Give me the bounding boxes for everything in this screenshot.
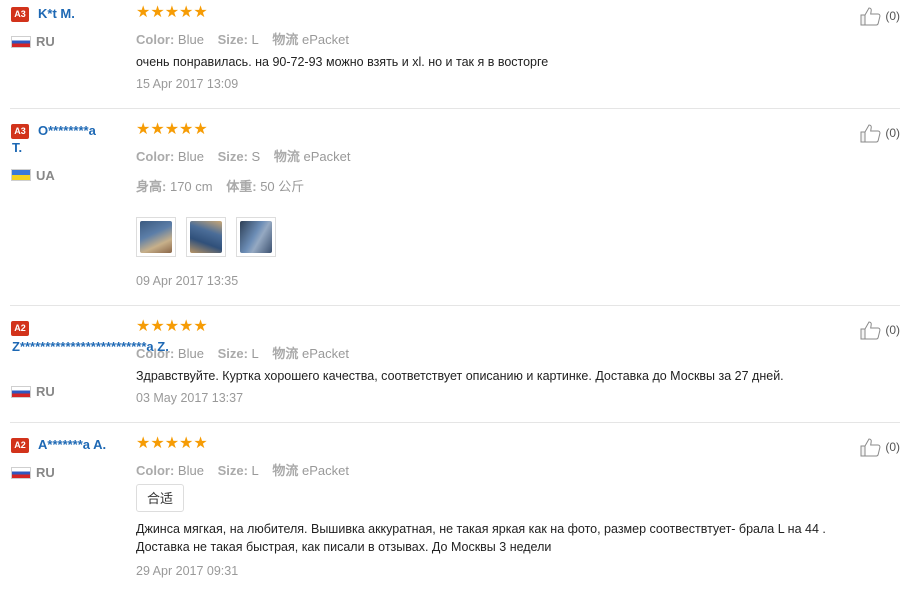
shipping-label: 物流 [272,463,299,478]
review-text-line: Джинса мягкая, на любителя. Вышивка акку… [136,522,826,536]
size-value: L [251,346,259,361]
like-count: (0) [885,126,900,140]
review-photos [136,217,276,257]
like-button[interactable]: (0) [860,6,900,26]
shipping-value: ePacket [302,346,350,361]
jacket-photo-image [240,221,272,253]
flag-icon-ru [11,467,31,479]
review-date: 03 May 2017 13:37 [136,391,244,405]
rating-stars: ★★★★★ [136,435,208,452]
like-count: (0) [885,9,900,23]
shipping-label: 物流 [273,149,300,164]
like-count: (0) [885,323,900,337]
review-item: A3 O********a T. UA ★★★★★ Color: Blue Si… [10,117,900,306]
reviewer-country: RU [36,34,55,49]
like-button[interactable]: (0) [860,320,900,340]
size-value: L [251,32,259,47]
like-button[interactable]: (0) [860,123,900,143]
reviewer-country: UA [36,168,55,183]
jacket-photo-image [190,221,222,253]
weight-value: 50 公斤 [260,179,305,194]
weight-label: 体重: [226,179,257,194]
rating-stars: ★★★★★ [136,318,208,335]
size-label: Size: [217,463,248,478]
thumbs-up-icon [860,437,882,457]
flag-icon-ru [11,386,31,398]
shipping-value: ePacket [302,463,350,478]
size-value: S [251,149,261,164]
review-photo[interactable] [136,217,176,257]
size-label: Size: [217,32,248,47]
color-value: Blue [177,463,204,478]
fit-tag: 合适 [136,484,185,512]
color-value: Blue [177,32,204,47]
color-label: Color: [136,149,175,164]
color-label: Color: [136,463,175,478]
buyer-level-badge: A2 [11,321,29,336]
review-photo[interactable] [236,217,276,257]
rating-stars: ★★★★★ [136,4,208,21]
review-text: очень понравилась. на 90-72-93 можно взя… [136,55,549,69]
flag-icon-ru [11,36,31,48]
rating-stars: ★★★★★ [136,121,208,138]
reviewer-name[interactable]: Z*************************a Z. [12,338,230,355]
like-button[interactable]: (0) [860,437,900,457]
review-photo[interactable] [186,217,226,257]
jacket-photo-image [140,221,172,253]
body-measurements: 身高: 170 cm 体重: 50 公斤 [136,176,314,195]
thumbs-up-icon [860,6,882,26]
shipping-value: ePacket [302,32,350,47]
thumbs-up-icon [860,320,882,340]
reviewer-name[interactable]: K*t M. [38,5,138,22]
reviewer-country: RU [36,384,55,399]
reviewer-country: RU [36,465,55,480]
buyer-level-badge: A2 [11,438,29,453]
review-text: Здравствуйте. Куртка хорошего качества, … [136,369,784,383]
review-item: A3 K*t M. RU ★★★★★ Color: Blue Size: L 物… [10,0,900,109]
review-text-line: Доставка не такая быстрая, как писали в … [136,540,552,554]
thumbs-up-icon [860,123,882,143]
purchase-attributes: Color: Blue Size: L 物流 ePacket [136,29,359,48]
flag-icon-ua [11,169,31,181]
review-date: 09 Apr 2017 13:35 [136,274,239,288]
size-label: Size: [217,149,248,164]
review-text: Джинса мягкая, на любителя. Вышивка акку… [136,520,876,556]
buyer-level-badge: A3 [11,7,29,22]
purchase-attributes: Color: Blue Size: S 物流 ePacket [136,146,360,165]
color-label: Color: [136,32,175,47]
shipping-value: ePacket [303,149,351,164]
shipping-label: 物流 [272,346,299,361]
height-value: 170 cm [169,179,213,194]
review-date: 15 Apr 2017 13:09 [136,77,239,91]
size-value: L [251,463,259,478]
height-label: 身高: [136,179,167,194]
reviewer-name[interactable]: A*******a A. [38,436,138,453]
reviewer-name[interactable]: O********a T. [12,122,108,156]
review-item: A2 A*******a A. RU ★★★★★ Color: Blue Siz… [10,431,900,591]
purchase-attributes: Color: Blue Size: L 物流 ePacket [136,460,359,479]
review-date: 29 Apr 2017 09:31 [136,564,239,578]
review-item: A2 Z*************************a Z. RU ★★★… [10,314,900,423]
like-count: (0) [885,440,900,454]
shipping-label: 物流 [272,32,299,47]
color-value: Blue [177,149,204,164]
